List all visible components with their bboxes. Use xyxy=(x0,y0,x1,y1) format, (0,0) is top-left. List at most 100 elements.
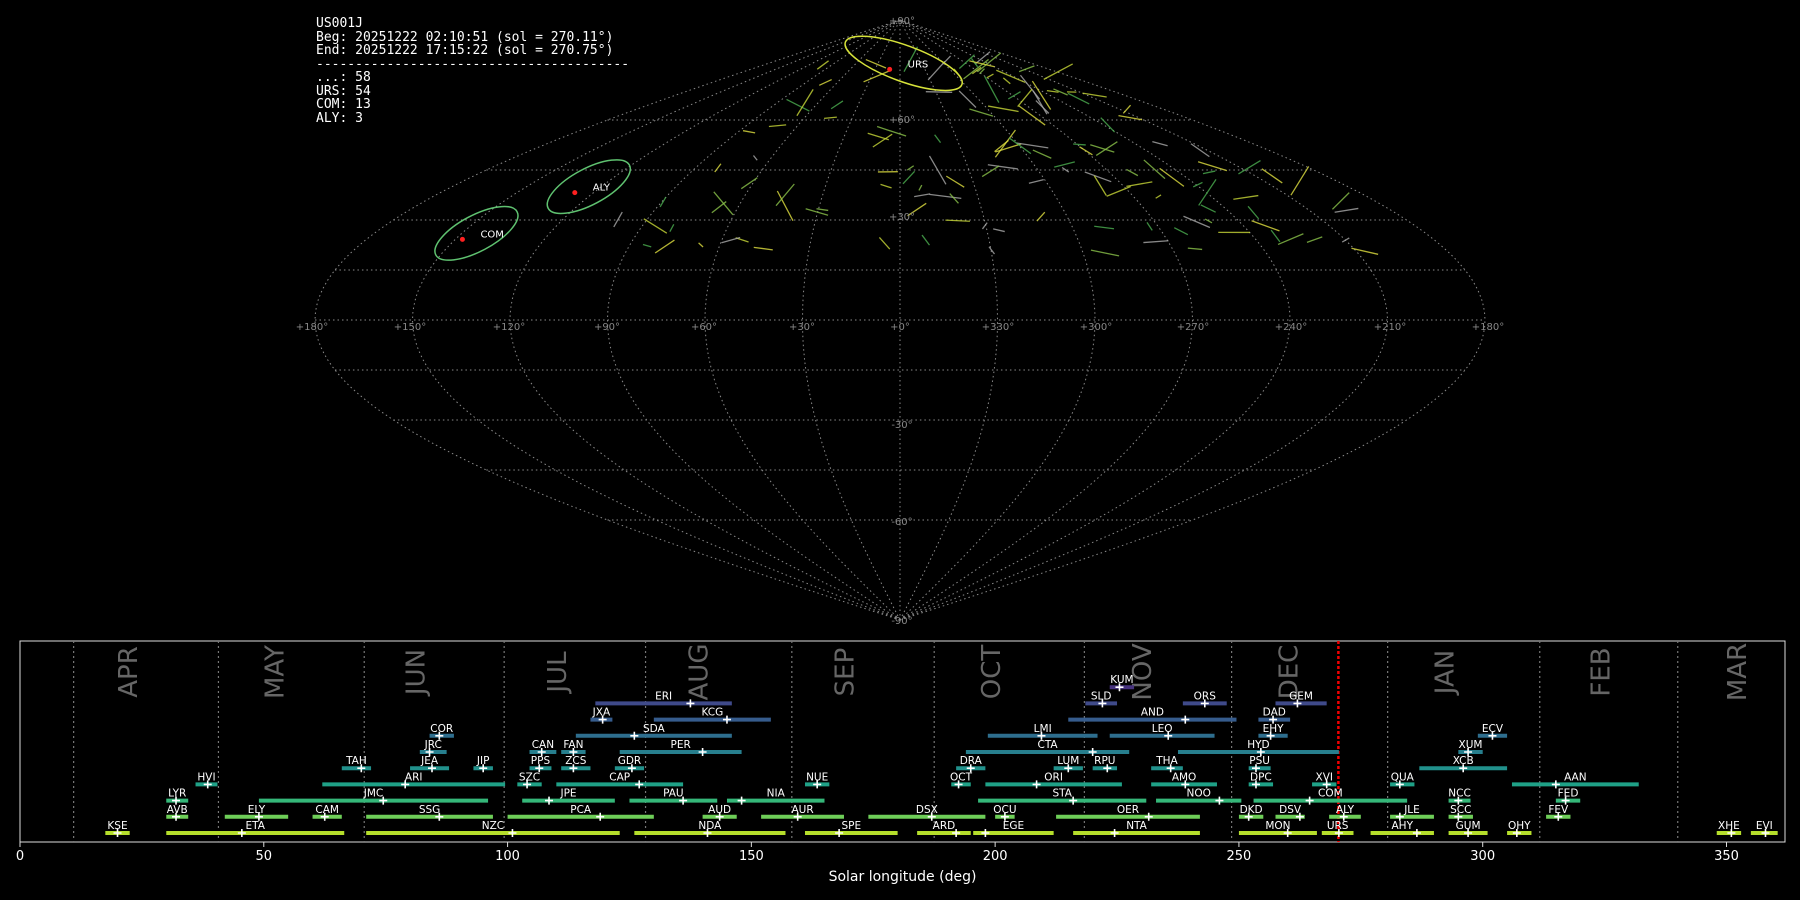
shower-label: FED xyxy=(1558,788,1579,800)
meridian-line xyxy=(899,19,1486,621)
shower-label: NTA xyxy=(1126,820,1147,832)
shower-label: AVB xyxy=(167,804,188,816)
shower-gdr: GDR xyxy=(614,755,645,773)
month-label: APR xyxy=(114,646,144,698)
meteor-trail xyxy=(914,193,931,198)
meteor-trail xyxy=(988,246,996,255)
shower-zcs: ZCS xyxy=(561,755,591,773)
shower-label: NUE xyxy=(806,771,828,783)
meteor-trail xyxy=(742,130,756,134)
shower-label: DSV xyxy=(1279,804,1302,816)
shower-tah: TAH xyxy=(341,755,372,773)
shower-label: NIA xyxy=(767,788,786,800)
longitude-tick-label: +30° xyxy=(789,322,815,333)
shower-label: SCC xyxy=(1450,804,1471,816)
month-label: FEB xyxy=(1586,647,1616,696)
end-time: End: 20251222 17:15:22 (sol = 270.75°) xyxy=(316,43,614,58)
latitude-tick-label: +90° xyxy=(889,16,915,27)
meteor-trail xyxy=(643,218,668,234)
radiant-ellipse xyxy=(844,35,963,92)
shower-label: ELY xyxy=(248,804,266,816)
meteor-trail xyxy=(981,165,1000,178)
shower-pps: PPS xyxy=(529,755,552,773)
shower-avb: AVB xyxy=(166,804,189,821)
shower-label: CAM xyxy=(315,804,339,816)
shower-label: AUR xyxy=(791,804,813,816)
longitude-tick-label: +150° xyxy=(394,322,426,333)
longitude-tick-label: +90° xyxy=(594,322,620,333)
shower-label: DAD xyxy=(1263,707,1286,719)
shower-label: ORS xyxy=(1194,690,1217,702)
meteor-trail xyxy=(1200,204,1216,213)
shower-label: DPC xyxy=(1250,771,1272,783)
meteor-radiant-figure: URS ALY COM +180° +150° +120° +90° +60° +30° +0° +… xyxy=(16,16,1786,885)
meteor-trail xyxy=(1143,240,1169,244)
shower-timeline-chart: APR MAY JUN JUL AUG SEP OCT NOV DEC JAN FEB MARKUME… xyxy=(16,640,1786,885)
shower-oct: OCT xyxy=(950,771,973,789)
meteor-trail xyxy=(1192,181,1203,188)
longitude-tick-label: +300° xyxy=(1080,322,1112,333)
meteor-trail xyxy=(654,239,675,254)
shower-ncc: NCC xyxy=(1448,788,1471,805)
meteor-trail xyxy=(969,60,995,68)
longitude-tick-label: +330° xyxy=(982,322,1014,333)
latitude-tick-label: -60° xyxy=(891,517,912,528)
meteor-trail xyxy=(1018,105,1046,126)
shower-label: EHY xyxy=(1263,723,1285,735)
meteor-trail xyxy=(816,208,829,212)
meteor-trail xyxy=(1073,143,1086,146)
meteor-trail xyxy=(906,165,915,171)
meteor-trail xyxy=(752,155,758,161)
radiant-urs: URS xyxy=(844,35,963,92)
meteor-trail xyxy=(1007,91,1021,100)
longitude-tick-label: +60° xyxy=(691,322,717,333)
meteor-trail xyxy=(830,100,844,110)
longitude-tick-label: +180° xyxy=(296,322,328,333)
shower-label: SLD xyxy=(1091,690,1112,702)
shower-fev: FEV xyxy=(1546,804,1571,821)
shower-label: ALY xyxy=(1336,804,1355,816)
meteor-trail xyxy=(1331,192,1350,210)
shower-label: ARI xyxy=(405,771,423,783)
meteor-trail xyxy=(927,60,946,81)
radiant-marker xyxy=(459,236,465,242)
x-tick-label: 100 xyxy=(495,849,520,864)
meteor-trail xyxy=(1084,171,1112,183)
shower-label: RPU xyxy=(1094,755,1115,767)
meteor-trail xyxy=(1106,185,1131,197)
begin-time: Beg: 20251222 02:10:51 (sol = 270.11°) xyxy=(316,29,614,45)
meteor-trail xyxy=(1028,178,1044,184)
shower-label: NDA xyxy=(698,820,722,832)
month-label: JAN xyxy=(1430,650,1460,696)
shower-label: LMI xyxy=(1034,723,1052,735)
shower-label: PSU xyxy=(1249,755,1270,767)
meteor-trail xyxy=(1197,161,1228,172)
shower-ocu: OCU xyxy=(993,804,1017,821)
shower-label: OCU xyxy=(993,804,1016,816)
shower-can: CAN xyxy=(529,739,557,756)
shower-xvi: XVI xyxy=(1312,771,1337,789)
shower-label: MON xyxy=(1265,820,1290,832)
shower-label: HYD xyxy=(1247,739,1269,751)
shower-label: EVI xyxy=(1756,820,1773,832)
shower-label: ARD xyxy=(933,820,956,832)
shower-label: EGE xyxy=(1003,820,1024,832)
station-id: US001J xyxy=(316,16,363,31)
longitude-tick-label: +270° xyxy=(1177,322,1209,333)
month-label: MAR xyxy=(1723,643,1753,701)
shower-label: SSG xyxy=(419,804,440,816)
shower-label: NOO xyxy=(1187,788,1211,800)
shower-label: GDR xyxy=(618,755,642,767)
meteor-trail xyxy=(984,76,1000,103)
meteor-trail xyxy=(1247,205,1260,220)
radiant-com: COM xyxy=(434,205,519,261)
meteor-trail xyxy=(1152,140,1168,147)
meridian-line xyxy=(899,19,1096,621)
meteor-trail xyxy=(1094,225,1115,230)
shower-dkd: DKD xyxy=(1238,804,1264,821)
month-label: SEP xyxy=(831,648,861,697)
shower-ecv: ECV xyxy=(1477,723,1508,740)
meteor-trail xyxy=(1018,65,1035,73)
latitude-tick-label: +60° xyxy=(889,115,915,126)
meteor-trail xyxy=(902,170,916,185)
